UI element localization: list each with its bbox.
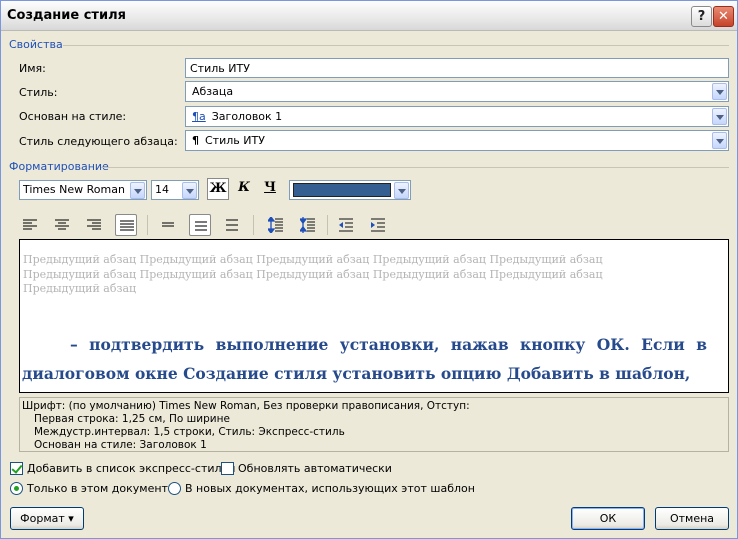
linked-style-icon: ¶a (192, 110, 206, 123)
font-size-select[interactable]: 14 (151, 180, 199, 200)
name-input[interactable]: Стиль ИТУ (185, 58, 729, 78)
single-spacing-button[interactable] (157, 214, 179, 236)
align-right-icon (87, 219, 101, 230)
underline-button[interactable]: Ч (259, 178, 281, 200)
decrease-indent-button[interactable] (335, 214, 357, 236)
decrease-paragraph-spacing-button[interactable] (297, 214, 319, 236)
paragraph-mark-icon: ¶ (192, 134, 199, 147)
help-button[interactable]: ? (691, 6, 712, 27)
properties-header: Свойства (9, 38, 63, 51)
align-left-icon (23, 219, 37, 230)
based-on-label: Основан на стиле: (19, 110, 127, 123)
increase-indent-icon (371, 218, 385, 232)
align-center-button[interactable] (51, 214, 73, 236)
font-color-select[interactable] (289, 180, 411, 200)
decrease-indent-icon (339, 218, 353, 232)
next-style-select[interactable]: ¶ Стиль ИТУ (185, 130, 729, 151)
align-justify-icon (120, 220, 134, 231)
next-style-value: Стиль ИТУ (205, 134, 265, 147)
style-type-value: Абзаца (192, 85, 234, 98)
bold-button[interactable]: Ж (207, 178, 229, 200)
chevron-down-icon[interactable] (712, 83, 727, 100)
preview-line-1: – подтвердить выполнение установки, нажа… (70, 335, 707, 354)
next-style-label: Стиль следующего абзаца: (19, 135, 178, 148)
add-to-quick-styles-checkbox[interactable] (10, 462, 23, 475)
toolbar-divider (147, 215, 148, 235)
align-right-button[interactable] (83, 214, 105, 236)
style-description: Шрифт: (по умолчанию) Times New Roman, Б… (19, 397, 729, 452)
add-to-quick-styles-label[interactable]: Добавить в список экспресс-стилей (27, 462, 235, 475)
double-spacing-button[interactable] (221, 214, 243, 236)
new-documents-label[interactable]: В новых документах, использующих этот ша… (185, 482, 475, 495)
close-button[interactable]: ✕ (713, 6, 734, 27)
align-justify-button[interactable] (115, 214, 137, 236)
dialog-title: Создание стиля (7, 8, 126, 23)
only-this-document-label[interactable]: Только в этом документе (27, 482, 175, 495)
style-preview: Предыдущий абзац Предыдущий абзац Предыд… (19, 239, 729, 393)
based-on-value: Заголовок 1 (211, 110, 283, 123)
description-line: Основан на стиле: Заголовок 1 (34, 439, 207, 451)
formatting-header: Форматирование (9, 160, 109, 173)
auto-update-label[interactable]: Обновлять автоматически (238, 462, 392, 475)
increase-indent-button[interactable] (367, 214, 389, 236)
font-color-swatch (293, 183, 391, 197)
chevron-down-icon[interactable] (182, 182, 197, 199)
description-line: Междустр.интервал: 1,5 строки, Стиль: Эк… (34, 426, 345, 438)
name-label: Имя: (19, 62, 46, 75)
ok-button[interactable]: ОК (571, 507, 645, 530)
description-line: Первая строка: 1,25 см, По ширине (34, 413, 230, 425)
create-style-dialog: Создание стиля ? ✕ Свойства Имя: Стиль И… (0, 0, 738, 539)
preview-sample-text: – подтвердить выполнение установки, нажа… (22, 330, 707, 388)
one-half-spacing-button[interactable] (189, 214, 211, 236)
align-center-icon (55, 219, 69, 230)
format-menu-button[interactable]: Формат ▾ (10, 507, 84, 530)
style-type-select[interactable]: Абзаца (185, 81, 729, 102)
close-icon: ✕ (718, 9, 729, 24)
align-left-button[interactable] (19, 214, 41, 236)
properties-divider (63, 45, 729, 46)
title-bar[interactable]: Создание стиля ? ✕ (1, 1, 737, 31)
style-type-label: Стиль: (19, 86, 58, 99)
toolbar-divider (327, 215, 328, 235)
description-line: Шрифт: (по умолчанию) Times New Roman, Б… (22, 400, 470, 412)
font-name-value: Times New Roman (23, 183, 125, 196)
preview-line-2: диалоговом окне Создание стиля установит… (22, 364, 691, 383)
new-documents-radio[interactable] (168, 482, 181, 495)
cancel-button[interactable]: Отмена (655, 507, 729, 530)
double-spacing-icon (226, 219, 238, 231)
formatting-divider (101, 167, 729, 168)
chevron-down-icon[interactable] (130, 182, 145, 199)
decrease-paragraph-spacing-icon (300, 217, 315, 233)
increase-paragraph-spacing-icon (268, 217, 283, 233)
only-this-document-radio[interactable] (10, 482, 23, 495)
previous-paragraph-text: Предыдущий абзац Предыдущий абзац Предыд… (23, 253, 603, 295)
chevron-down-icon[interactable] (712, 132, 727, 149)
chevron-down-icon[interactable] (712, 108, 727, 125)
toolbar-divider (253, 215, 254, 235)
italic-button[interactable]: К (233, 178, 255, 200)
increase-paragraph-spacing-button[interactable] (265, 214, 287, 236)
question-icon: ? (697, 9, 706, 24)
based-on-select[interactable]: ¶a Заголовок 1 (185, 106, 729, 127)
font-name-select[interactable]: Times New Roman (19, 180, 147, 200)
chevron-down-icon[interactable] (394, 182, 409, 199)
single-spacing-icon (162, 222, 174, 227)
auto-update-checkbox[interactable] (221, 462, 234, 475)
one-half-spacing-icon (195, 221, 207, 231)
font-size-value: 14 (155, 183, 169, 196)
